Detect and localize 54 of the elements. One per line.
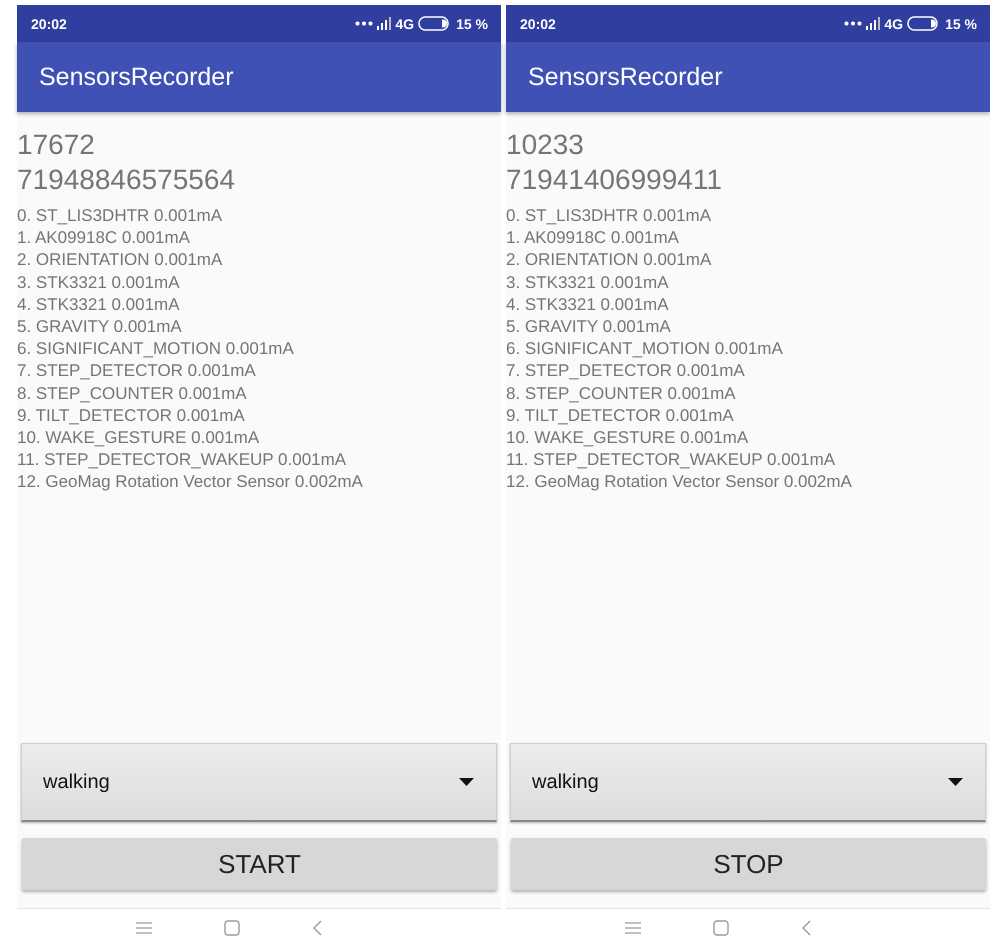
sensor-item: 8. STEP_COUNTER 0.001mA bbox=[506, 382, 737, 405]
back-icon[interactable] bbox=[801, 920, 811, 936]
sensor-item: 11. STEP_DETECTOR_WAKEUP 0.001mA bbox=[506, 449, 836, 472]
sensor-item: 6. SIGNIFICANT_MOTION 0.001mA bbox=[506, 338, 784, 360]
sensor-item: 9. TILT_DETECTOR 0.001mA bbox=[506, 404, 735, 427]
sensor-item: 2. ORIENTATION 0.001mA bbox=[506, 249, 712, 272]
sensor-item: 10. WAKE_GESTURE 0.001mA bbox=[17, 427, 260, 450]
counter-text: 17672 bbox=[17, 128, 96, 162]
sensor-item: 7. STEP_DETECTOR 0.001mA bbox=[506, 360, 746, 382]
more-icon bbox=[355, 21, 374, 26]
activity-dropdown[interactable]: walking bbox=[510, 743, 986, 822]
battery-percent: 15 % bbox=[456, 16, 488, 32]
sensor-item: 1. AK09918C 0.001mA bbox=[506, 227, 680, 250]
back-icon[interactable] bbox=[312, 920, 322, 936]
activity-dropdown[interactable]: walking bbox=[21, 743, 497, 822]
network-label: 4G bbox=[884, 16, 904, 32]
dropdown-caret-icon bbox=[459, 778, 474, 786]
dropdown-caret-icon bbox=[948, 778, 963, 786]
sensor-item: 10. WAKE_GESTURE 0.001mA bbox=[506, 427, 750, 450]
home-icon[interactable] bbox=[224, 920, 240, 936]
network-label: 4G bbox=[395, 16, 414, 32]
more-icon bbox=[844, 21, 862, 26]
sensor-item: 9. TILT_DETECTOR 0.001mA bbox=[17, 404, 246, 427]
sensor-item: 0. ST_LIS3DHTR 0.001mA bbox=[17, 205, 224, 227]
battery-percent: 15 % bbox=[945, 16, 977, 32]
app-title: SensorsRecorder bbox=[39, 62, 234, 92]
record-button[interactable]: STOP bbox=[511, 838, 986, 890]
sensor-item: 1. AK09918C 0.001mA bbox=[17, 227, 191, 250]
home-icon[interactable] bbox=[713, 920, 729, 936]
menu-icon[interactable] bbox=[136, 922, 152, 934]
sensor-item: 12. GeoMag Rotation Vector Sensor 0.002mA bbox=[17, 471, 364, 494]
sensor-item: 8. STEP_COUNTER 0.001mA bbox=[17, 382, 248, 405]
sensor-item: 5. GRAVITY 0.001mA bbox=[17, 316, 183, 338]
sensor-item: 11. STEP_DETECTOR_WAKEUP 0.001mA bbox=[17, 449, 348, 472]
sensor-item: 4. STK3321 0.001mA bbox=[17, 294, 181, 316]
sensor-item: 3. STK3321 0.001mA bbox=[17, 272, 181, 294]
record-button[interactable]: START bbox=[22, 838, 497, 890]
menu-icon[interactable] bbox=[625, 922, 641, 934]
signal-icon bbox=[866, 17, 880, 30]
sensor-item: 0. ST_LIS3DHTR 0.001mA bbox=[506, 205, 712, 227]
sensor-item: 12. GeoMag Rotation Vector Sensor 0.002mA bbox=[506, 471, 853, 494]
status-time: 20:02 bbox=[31, 16, 67, 32]
status-time: 20:02 bbox=[520, 16, 556, 32]
sensor-item: 5. GRAVITY 0.001mA bbox=[506, 316, 672, 338]
signal-icon bbox=[377, 17, 392, 30]
sensor-item: 6. SIGNIFICANT_MOTION 0.001mA bbox=[17, 338, 295, 360]
timestamp-text: 71941406999411 bbox=[506, 163, 723, 197]
sensor-item: 2. ORIENTATION 0.001mA bbox=[17, 249, 224, 272]
sensor-item: 7. STEP_DETECTOR 0.001mA bbox=[17, 360, 257, 382]
counter-text: 10233 bbox=[506, 128, 585, 162]
sensor-item: 3. STK3321 0.001mA bbox=[506, 272, 670, 294]
sensor-item: 4. STK3321 0.001mA bbox=[506, 294, 670, 316]
timestamp-text: 71948846575564 bbox=[17, 163, 236, 197]
app-title: SensorsRecorder bbox=[528, 62, 723, 92]
